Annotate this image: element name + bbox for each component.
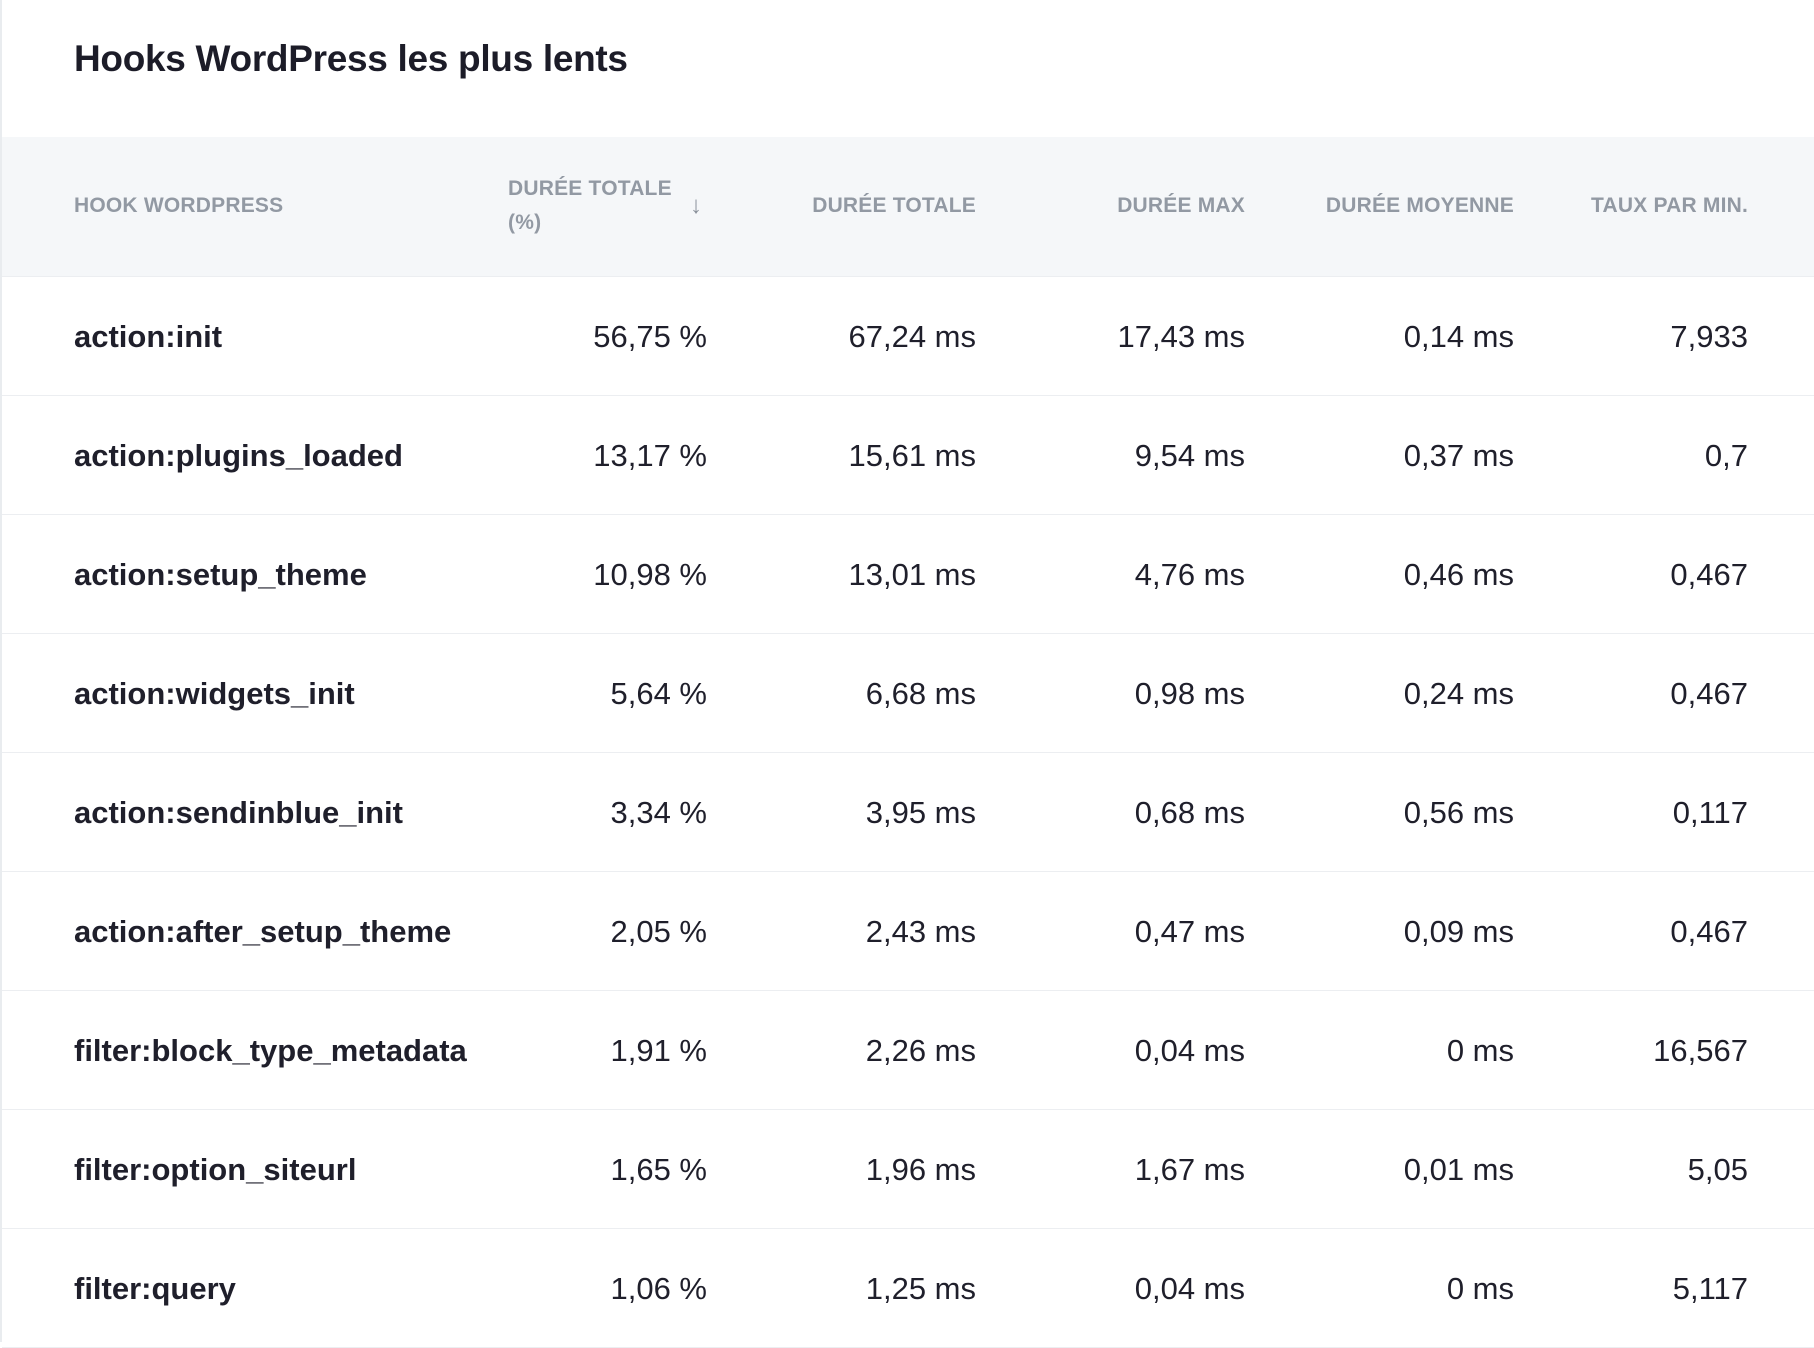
- panel-title: Hooks WordPress les plus lents: [74, 38, 628, 79]
- total-cell: 3,95 ms: [865, 795, 976, 830]
- avg-cell: 0,24 ms: [1403, 676, 1514, 711]
- max-cell: 0,04 ms: [1134, 1033, 1245, 1068]
- max-cell: 0,47 ms: [1134, 914, 1245, 949]
- table-row: action:after_setup_theme 2,05 % 2,43 ms …: [2, 872, 1814, 991]
- column-header-hook[interactable]: HOOK WORDPRESS: [74, 189, 283, 223]
- avg-cell: 0 ms: [1446, 1271, 1514, 1306]
- hook-name-cell: action:plugins_loaded: [74, 438, 403, 473]
- total-cell: 2,43 ms: [865, 914, 976, 949]
- avg-cell: 0,46 ms: [1403, 557, 1514, 592]
- arrow-down-icon[interactable]: ↓: [690, 189, 702, 223]
- hook-name-cell: action:widgets_init: [74, 676, 355, 711]
- column-header-total[interactable]: DURÉE TOTALE: [812, 189, 976, 223]
- total-cell: 13,01 ms: [848, 557, 976, 592]
- hook-name-cell: filter:query: [74, 1271, 236, 1306]
- total-pct-cell: 56,75 %: [593, 319, 707, 354]
- table-row: filter:option_siteurl 1,65 % 1,96 ms 1,6…: [2, 1110, 1814, 1229]
- column-header-max[interactable]: DURÉE MAX: [1117, 189, 1245, 223]
- max-cell: 17,43 ms: [1117, 319, 1245, 354]
- max-cell: 9,54 ms: [1134, 438, 1245, 473]
- hook-name-cell: filter:option_siteurl: [74, 1152, 357, 1187]
- table-row: action:setup_theme 10,98 % 13,01 ms 4,76…: [2, 515, 1814, 634]
- avg-cell: 0,01 ms: [1403, 1152, 1514, 1187]
- total-cell: 1,25 ms: [865, 1271, 976, 1306]
- column-header-rate[interactable]: TAUX PAR MIN.: [1591, 189, 1748, 223]
- total-pct-cell: 3,34 %: [610, 795, 707, 830]
- max-cell: 0,68 ms: [1134, 795, 1245, 830]
- rate-cell: 0,467: [1670, 676, 1748, 711]
- hooks-table: HOOK WORDPRESS DURÉE TOTALE (%) ↓ DURÉE …: [2, 137, 1814, 1348]
- total-pct-cell: 1,91 %: [610, 1033, 707, 1068]
- table-row: action:sendinblue_init 3,34 % 3,95 ms 0,…: [2, 753, 1814, 872]
- avg-cell: 0,14 ms: [1403, 319, 1514, 354]
- max-cell: 4,76 ms: [1134, 557, 1245, 592]
- rate-cell: 16,567: [1653, 1033, 1748, 1068]
- hook-name-cell: action:init: [74, 319, 223, 354]
- avg-cell: 0,09 ms: [1403, 914, 1514, 949]
- hook-name-cell: filter:block_type_metadata: [74, 1033, 467, 1068]
- column-header-avg[interactable]: DURÉE MOYENNE: [1326, 189, 1514, 223]
- total-cell: 6,68 ms: [865, 676, 976, 711]
- total-pct-cell: 13,17 %: [593, 438, 707, 473]
- rate-cell: 5,117: [1672, 1271, 1748, 1306]
- table-header: HOOK WORDPRESS DURÉE TOTALE (%) ↓ DURÉE …: [2, 137, 1814, 277]
- rate-cell: 0,117: [1672, 795, 1748, 830]
- table-row: action:init 56,75 % 67,24 ms 17,43 ms 0,…: [2, 277, 1814, 396]
- table-row: action:plugins_loaded 13,17 % 15,61 ms 9…: [2, 396, 1814, 515]
- total-pct-cell: 1,06 %: [610, 1271, 707, 1306]
- total-pct-cell: 1,65 %: [610, 1152, 707, 1187]
- max-cell: 0,98 ms: [1134, 676, 1245, 711]
- column-header-total-pct[interactable]: DURÉE TOTALE (%): [508, 172, 678, 240]
- avg-cell: 0 ms: [1446, 1033, 1514, 1068]
- rate-cell: 5,05: [1687, 1152, 1748, 1187]
- rate-cell: 0,467: [1670, 557, 1748, 592]
- total-pct-cell: 5,64 %: [610, 676, 707, 711]
- avg-cell: 0,37 ms: [1403, 438, 1514, 473]
- rate-cell: 0,7: [1704, 438, 1748, 473]
- hook-name-cell: action:sendinblue_init: [74, 795, 403, 830]
- total-pct-cell: 2,05 %: [610, 914, 707, 949]
- total-cell: 15,61 ms: [848, 438, 976, 473]
- table-row: action:widgets_init 5,64 % 6,68 ms 0,98 …: [2, 634, 1814, 753]
- table-row: filter:query 1,06 % 1,25 ms 0,04 ms 0 ms…: [2, 1229, 1814, 1348]
- total-cell: 67,24 ms: [848, 319, 976, 354]
- hook-name-cell: action:setup_theme: [74, 557, 367, 592]
- rate-cell: 7,933: [1670, 319, 1748, 354]
- slowest-hooks-panel: Hooks WordPress les plus lents HOOK WORD…: [0, 0, 1814, 1348]
- max-cell: 1,67 ms: [1134, 1152, 1245, 1187]
- max-cell: 0,04 ms: [1134, 1271, 1245, 1306]
- total-cell: 2,26 ms: [865, 1033, 976, 1068]
- hook-name-cell: action:after_setup_theme: [74, 914, 452, 949]
- total-cell: 1,96 ms: [865, 1152, 976, 1187]
- rate-cell: 0,467: [1670, 914, 1748, 949]
- avg-cell: 0,56 ms: [1403, 795, 1514, 830]
- total-pct-cell: 10,98 %: [593, 557, 707, 592]
- table-row: filter:block_type_metadata 1,91 % 2,26 m…: [2, 991, 1814, 1110]
